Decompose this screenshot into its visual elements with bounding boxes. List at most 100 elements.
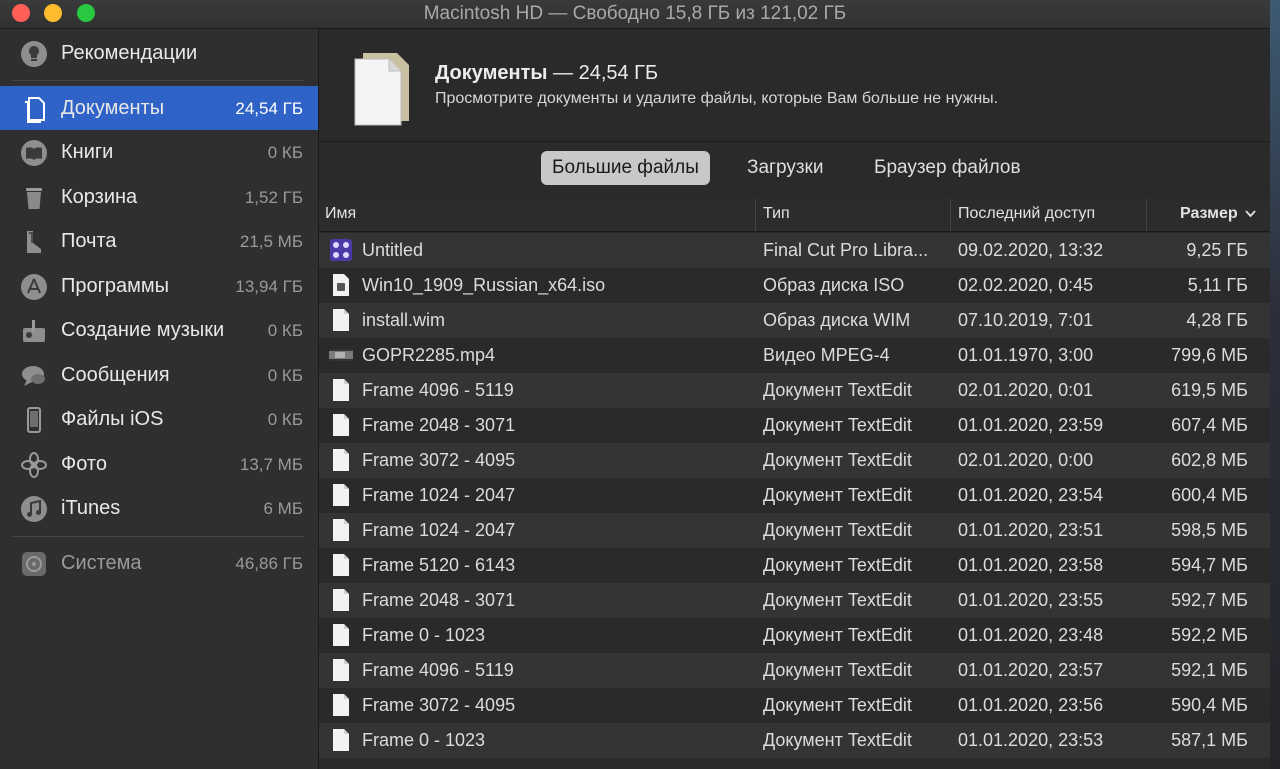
column-header-name[interactable]: Имя	[325, 205, 356, 223]
table-row[interactable]: Frame 0 - 1023 Документ TextEdit 01.01.202…	[319, 618, 1270, 653]
file-list[interactable]: Untitled Final Cut Pro Libra... 09.02.2020…	[319, 233, 1270, 769]
sidebar-item-photos[interactable]: Фото 13,7 МБ	[0, 442, 318, 486]
file-type: Видео MPEG-4	[763, 345, 890, 365]
table-row[interactable]: Frame 2048 - 3071 Документ TextEdit 01.01.…	[319, 408, 1270, 443]
disk-image-icon	[329, 273, 353, 297]
file-size: 590,4 МБ	[1171, 695, 1248, 715]
file-size: 598,5 МБ	[1171, 520, 1248, 540]
file-size: 4,28 ГБ	[1186, 310, 1248, 330]
sidebar-item-label: Почта	[61, 230, 117, 252]
file-type: Документ TextEdit	[763, 590, 912, 610]
file-size: 592,7 МБ	[1171, 590, 1248, 610]
sidebar-item-label: Создание музыки	[61, 319, 225, 341]
file-name: Frame 0 - 1023	[362, 625, 486, 645]
file-name: Frame 4096 - 5119	[362, 660, 514, 680]
book-icon	[19, 138, 49, 168]
tab-large-files[interactable]: Большие файлы	[541, 151, 710, 185]
video-thumbnail-icon	[329, 343, 353, 367]
file-type: Документ TextEdit	[763, 730, 912, 750]
sidebar-item-applications[interactable]: Программы 13,94 ГБ	[0, 264, 318, 308]
file-size: 5,11 ГБ	[1187, 275, 1248, 295]
sidebar-item-size: 13,94 ГБ	[235, 277, 303, 296]
column-divider[interactable]	[950, 199, 951, 231]
sidebar-item-label: Программы	[61, 275, 170, 297]
file-type: Документ TextEdit	[763, 660, 912, 680]
file-type: Документ TextEdit	[763, 380, 912, 400]
documents-large-icon	[351, 51, 413, 132]
sidebar-item-size: 6 МБ	[263, 499, 304, 518]
sidebar-item-size: 24,54 ГБ	[235, 99, 303, 118]
sidebar-item-itunes[interactable]: iTunes 6 МБ	[0, 486, 318, 530]
sidebar-item-books[interactable]: Книги 0 КБ	[0, 130, 318, 174]
sidebar-item-ios-files[interactable]: Файлы iOS 0 КБ	[0, 397, 318, 441]
file-name: Untitled	[362, 240, 424, 260]
file-name: GOPR2285.mp4	[362, 345, 496, 365]
documents-icon	[19, 94, 49, 124]
fcp-library-icon	[329, 238, 353, 262]
table-row[interactable]: Frame 3072 - 4095 Документ TextEdit 01.01.…	[319, 688, 1270, 723]
page-title-size: — 24,54 ГБ	[547, 62, 659, 84]
sidebar-item-music-creation[interactable]: Создание музыки 0 КБ	[0, 308, 318, 352]
window-title: Macintosh HD — Свободно 15,8 ГБ из 121,0…	[423, 3, 847, 24]
file-icon	[329, 553, 353, 577]
file-name: Frame 3072 - 4095	[362, 695, 516, 715]
table-row[interactable]: GOPR2285.mp4 Видео MPEG-4 01.01.1970, 3:00…	[319, 338, 1270, 373]
table-header: Имя Тип Последний доступ Размер	[319, 199, 1270, 232]
file-name: Win10_1909_Russian_x64.iso	[362, 275, 606, 295]
sidebar-divider	[12, 80, 304, 81]
file-type: Документ TextEdit	[763, 450, 912, 470]
file-type: Документ TextEdit	[763, 485, 912, 505]
file-name: Frame 4096 - 5119	[362, 380, 514, 400]
title-bar: Macintosh HD — Свободно 15,8 ГБ из 121,0…	[0, 0, 1270, 29]
sidebar-item-label: Книги	[61, 141, 114, 163]
tab-file-browser[interactable]: Браузер файлов	[863, 151, 1032, 185]
music-creation-icon	[19, 316, 49, 346]
sidebar-item-documents[interactable]: Документы 24,54 ГБ	[0, 86, 318, 130]
file-type: Документ TextEdit	[763, 520, 912, 540]
file-type: Образ диска ISO	[763, 275, 905, 295]
table-row[interactable]: Win10_1909_Russian_x64.iso Образ диска IS…	[319, 268, 1270, 303]
sidebar-item-recommendations[interactable]: Рекомендации	[0, 31, 318, 75]
column-header-type[interactable]: Тип	[763, 205, 790, 223]
table-row[interactable]: Frame 3072 - 4095 Документ TextEdit 02.01.…	[319, 443, 1270, 478]
sidebar-item-size: 0 КБ	[267, 321, 303, 340]
column-header-size[interactable]: Размер	[1180, 205, 1256, 223]
photos-icon	[19, 450, 49, 480]
sidebar-item-messages[interactable]: Сообщения 0 КБ	[0, 353, 318, 397]
file-name: Frame 5120 - 6143	[362, 555, 516, 575]
sidebar-item-label: Фото	[61, 453, 107, 475]
tab-downloads[interactable]: Загрузки	[736, 151, 834, 185]
table-row[interactable]: Frame 0 - 1023 Документ TextEdit 01.01.202…	[319, 723, 1270, 758]
file-size: 9,25 ГБ	[1186, 240, 1248, 260]
sidebar-item-trash[interactable]: Корзина 1,52 ГБ	[0, 175, 318, 219]
table-row[interactable]: Frame 4096 - 5119 Документ TextEdit 01.01.…	[319, 653, 1270, 688]
file-name: Frame 2048 - 3071	[362, 415, 516, 435]
table-row[interactable]: Frame 2048 - 3071 Документ TextEdit 01.01.…	[319, 583, 1270, 618]
file-type: Документ TextEdit	[763, 555, 912, 575]
table-row[interactable]: Untitled Final Cut Pro Libra... 09.02.2020…	[319, 233, 1270, 268]
system-gear-icon	[19, 549, 49, 579]
file-size: 619,5 МБ	[1171, 380, 1248, 400]
trash-icon	[19, 183, 49, 213]
table-row[interactable]: Frame 1024 - 2047 Документ TextEdit 01.01.…	[319, 478, 1270, 513]
table-row[interactable]: Frame 1024 - 2047 Документ TextEdit 01.01.…	[319, 513, 1270, 548]
column-divider[interactable]	[755, 199, 756, 231]
main-panel: Документы — 24,54 ГБ Просмотрите докумен…	[319, 29, 1270, 769]
file-icon	[329, 413, 353, 437]
file-type: Документ TextEdit	[763, 625, 912, 645]
column-header-last-access[interactable]: Последний доступ	[958, 205, 1095, 223]
sidebar-item-label: Сообщения	[61, 364, 170, 386]
sidebar-item-size: 0 КБ	[267, 366, 303, 385]
mail-icon	[19, 227, 49, 257]
table-row[interactable]: Frame 4096 - 5119 Документ TextEdit 02.01.…	[319, 373, 1270, 408]
file-type: Образ диска WIM	[763, 310, 911, 330]
file-type: Документ TextEdit	[763, 695, 912, 715]
category-header: Документы — 24,54 ГБ Просмотрите докумен…	[319, 29, 1270, 142]
table-row[interactable]: install.wim Образ диска WIM 07.10.2019, 7:…	[319, 303, 1270, 338]
table-row[interactable]: Frame 5120 - 6143 Документ TextEdit 01.01.…	[319, 548, 1270, 583]
sidebar-item-system[interactable]: Система 46,86 ГБ	[0, 541, 318, 585]
file-icon	[329, 518, 353, 542]
sidebar-item-mail[interactable]: Почта 21,5 МБ	[0, 219, 318, 263]
column-divider[interactable]	[1146, 199, 1147, 231]
file-size: 592,1 МБ	[1171, 660, 1248, 680]
